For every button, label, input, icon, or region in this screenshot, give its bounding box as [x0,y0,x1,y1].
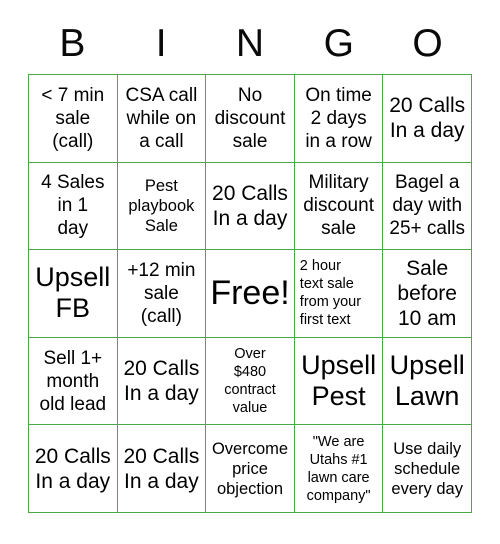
bingo-square-label: Upsell Pest [301,350,377,412]
bingo-square[interactable]: Sale before 10 am [383,250,472,338]
bingo-square-label: Pest playbook Sale [128,176,195,235]
bingo-square[interactable]: Pest playbook Sale [117,162,207,251]
bingo-square[interactable]: 2 hour text sale from your first text [294,250,384,338]
bingo-header-letter-o: O [412,22,443,65]
bingo-square[interactable]: 20 Calls In a day [117,425,207,513]
bingo-square[interactable]: CSA call while on a call [117,75,207,163]
bingo-square-label: On time 2 days in a row [305,84,372,152]
bingo-square-label: 20 Calls In a day [212,181,288,230]
bingo-square[interactable]: Upsell Pest [294,337,384,426]
bingo-square-label: "We are Utahs #1 lawn care company" [306,433,371,504]
bingo-square-label: Overcome price objection [211,439,289,498]
bingo-square[interactable]: Upsell FB [29,250,118,338]
bingo-square-label: 20 Calls In a day [123,357,200,406]
bingo-square-label: CSA call while on a call [125,84,198,152]
bingo-free-space[interactable]: Free! [206,250,295,338]
bingo-square-label: No discount sale [214,84,286,152]
bingo-square[interactable]: No discount sale [206,75,295,163]
bingo-square[interactable]: Military discount sale [294,162,384,251]
bingo-square-label: Use daily schedule every day [391,439,463,498]
bingo-square[interactable]: 4 Sales in 1 day [29,162,118,251]
bingo-square[interactable]: Use daily schedule every day [383,425,472,513]
bingo-square-label: Over $480 contract value [224,346,276,417]
bingo-square[interactable]: On time 2 days in a row [294,75,384,163]
bingo-square-label: Free! [210,273,290,312]
bingo-header-letter-n: N [235,22,265,65]
bingo-square-label: Military discount sale [303,172,374,240]
bingo-square-label: 20 Calls In a day [34,444,111,493]
bingo-square[interactable]: Sell 1+ month old lead [29,337,118,426]
bingo-square[interactable]: 20 Calls In a day [117,337,207,426]
bingo-square-label: +12 min sale (call) [127,259,196,327]
bingo-header-letter-g: G [323,22,354,65]
bingo-square[interactable]: +12 min sale (call) [117,250,207,338]
bingo-square-label: Sell 1+ month old lead [39,347,107,415]
bingo-square-label: 20 Calls In a day [389,94,466,143]
bingo-square[interactable]: 20 Calls In a day [383,75,472,163]
bingo-square[interactable]: Over $480 contract value [206,337,295,426]
bingo-square-label: 20 Calls In a day [123,444,200,493]
bingo-square[interactable]: "We are Utahs #1 lawn care company" [294,425,384,513]
bingo-square[interactable]: 20 Calls In a day [206,162,295,251]
bingo-square[interactable]: 20 Calls In a day [29,425,118,513]
bingo-square-label: Bagel a day with 25+ calls [389,172,465,240]
bingo-square[interactable]: Upsell Lawn [383,337,472,426]
bingo-square-label: < 7 min sale (call) [41,84,105,152]
bingo-square-label: Sale before 10 am [397,256,457,330]
bingo-square[interactable]: Overcome price objection [206,425,295,513]
bingo-square-label: 4 Sales in 1 day [41,172,105,240]
bingo-card: B I N G O < 7 min sale (call) CSA call wh… [0,0,500,544]
bingo-header-letter-b: B [59,22,86,65]
bingo-square-label: 2 hour text sale from your first text [299,258,362,329]
bingo-grid: < 7 min sale (call) CSA call while on a c… [28,74,472,513]
bingo-square-label: Upsell FB [35,262,111,324]
bingo-square-label: Upsell Lawn [389,350,465,412]
bingo-square[interactable]: < 7 min sale (call) [29,75,118,163]
bingo-header-letter-i: I [155,22,167,65]
bingo-header: B I N G O [28,16,472,72]
bingo-square[interactable]: Bagel a day with 25+ calls [383,162,472,251]
